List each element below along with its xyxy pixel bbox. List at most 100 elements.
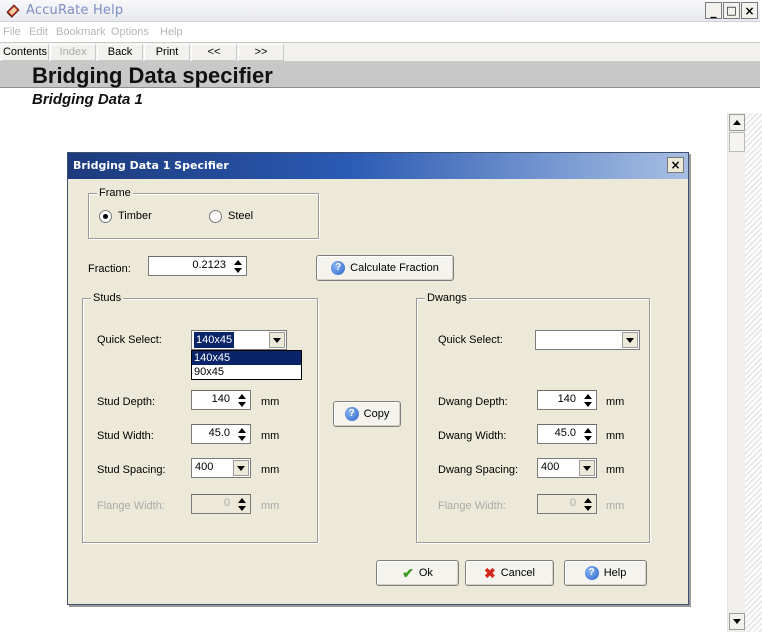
spin-up-icon	[235, 496, 249, 504]
stud-flange-input: 0	[191, 494, 251, 514]
stud-spacing-label: Stud Spacing:	[97, 464, 166, 476]
dialog-title-bar: Bridging Data 1 Specifier ×	[68, 153, 688, 179]
calculate-fraction-button[interactable]: ? Calculate Fraction	[316, 255, 454, 281]
frame-group-label: Frame	[97, 187, 133, 199]
stud-depth-spinner[interactable]	[235, 392, 249, 408]
spin-up-icon[interactable]	[581, 392, 595, 400]
spin-down-icon	[581, 504, 595, 512]
index-button: Index	[50, 44, 96, 61]
spin-down-icon[interactable]	[581, 434, 595, 442]
dwang-width-input[interactable]: 45.0	[537, 424, 597, 444]
page-header: Bridging Data specifier	[0, 62, 760, 88]
cancel-button[interactable]: ✖ Cancel	[465, 560, 554, 586]
steel-radio[interactable]	[209, 210, 222, 223]
dropdown-arrow-icon[interactable]	[269, 332, 285, 348]
help-icon: ?	[344, 407, 359, 421]
list-item[interactable]: 90x45	[192, 365, 301, 379]
dwang-width-unit: mm	[606, 430, 625, 442]
fraction-label: Fraction:	[88, 263, 131, 275]
dwang-flange-input: 0	[537, 494, 597, 514]
dwang-flange-label: Flange Width:	[438, 500, 506, 512]
copy-button[interactable]: ? Copy	[333, 401, 401, 427]
page-subtitle: Bridging Data 1	[32, 91, 143, 108]
app-title: AccuRate Help	[26, 3, 124, 18]
dwang-flange-unit: mm	[606, 500, 625, 512]
maximize-button[interactable]: □	[723, 2, 740, 19]
dropdown-arrow-icon[interactable]	[233, 460, 249, 476]
spin-down-icon[interactable]	[581, 400, 595, 408]
help-icon: ?	[331, 261, 346, 275]
steel-label: Steel	[228, 210, 254, 222]
page-title: Bridging Data specifier	[32, 63, 273, 88]
contents-button[interactable]: Contents	[1, 44, 49, 61]
scroll-thumb[interactable]	[729, 132, 745, 152]
spin-up-icon	[581, 496, 595, 504]
stud-depth-input[interactable]: 140	[191, 390, 251, 410]
stud-flange-label: Flange Width:	[97, 500, 165, 512]
spin-down-icon[interactable]	[231, 266, 245, 274]
frame-group: Frame Timber Steel	[88, 187, 319, 239]
dwang-quick-select[interactable]	[535, 330, 640, 350]
stud-flange-unit: mm	[261, 500, 280, 512]
spin-up-icon[interactable]	[581, 426, 595, 434]
fraction-input[interactable]: 0.2123	[148, 256, 247, 276]
dwang-depth-spinner[interactable]	[581, 392, 595, 408]
dialog-title: Bridging Data 1 Specifier	[73, 159, 229, 172]
dwang-spacing-unit: mm	[606, 464, 625, 476]
dwangs-group-label: Dwangs	[425, 292, 469, 304]
checkmark-icon: ✔	[402, 564, 414, 581]
spin-down-icon[interactable]	[235, 400, 249, 408]
dropdown-arrow-icon[interactable]	[622, 332, 638, 348]
stud-depth-unit: mm	[261, 396, 280, 408]
menu-help[interactable]: Help	[160, 26, 183, 38]
dwang-depth-label: Dwang Depth:	[438, 396, 508, 408]
bridging-data-dialog: Bridging Data 1 Specifier × Frame Timber…	[67, 152, 689, 605]
stud-width-spinner[interactable]	[235, 426, 249, 442]
dwang-spacing-select[interactable]: 400	[537, 458, 597, 478]
spin-up-icon[interactable]	[231, 258, 245, 266]
dwang-depth-unit: mm	[606, 396, 625, 408]
scroll-down-arrow-icon[interactable]	[729, 613, 745, 630]
dropdown-arrow-icon[interactable]	[579, 460, 595, 476]
dwang-width-label: Dwang Width:	[438, 430, 507, 442]
minimize-button[interactable]: _	[705, 2, 722, 19]
app-title-bar: AccuRate Help _ □ ×	[0, 0, 760, 22]
menu-bookmark[interactable]: Bookmark	[56, 26, 106, 38]
back-button[interactable]: Back	[97, 44, 143, 61]
dwangs-group: Dwangs Quick Select: Dwang Depth: 140 mm…	[416, 292, 650, 543]
spin-up-icon[interactable]	[235, 392, 249, 400]
help-button[interactable]: ? Help	[564, 560, 647, 586]
dwang-width-spinner[interactable]	[581, 426, 595, 442]
close-button[interactable]: ×	[741, 2, 758, 19]
print-button[interactable]: Print	[144, 44, 190, 61]
spin-down-icon	[235, 504, 249, 512]
dwang-depth-input[interactable]: 140	[537, 390, 597, 410]
book-logo-icon	[6, 4, 20, 18]
stud-quick-select[interactable]: 140x45	[191, 330, 287, 350]
spin-up-icon[interactable]	[235, 426, 249, 434]
scroll-up-arrow-icon[interactable]	[729, 114, 745, 131]
menu-file[interactable]: File	[3, 26, 21, 38]
list-item[interactable]: 140x45	[192, 351, 301, 365]
menu-bar: File Edit Bookmark Options Help	[0, 22, 760, 42]
vertical-scrollbar[interactable]	[727, 113, 745, 632]
next-topic-button[interactable]: >>	[238, 44, 284, 61]
fraction-spinner[interactable]	[231, 258, 245, 274]
studs-group: Studs Quick Select: 140x45 Stud Depth: 1…	[82, 292, 318, 543]
menu-options[interactable]: Options	[111, 26, 149, 38]
stud-quick-select-label: Quick Select:	[97, 334, 162, 346]
stud-quick-select-list[interactable]: 140x45 90x45	[191, 350, 302, 380]
cross-icon: ✖	[484, 564, 496, 581]
stud-spacing-select[interactable]: 400	[191, 458, 251, 478]
menu-edit[interactable]: Edit	[29, 26, 48, 38]
dialog-close-button[interactable]: ×	[667, 157, 684, 173]
ok-button[interactable]: ✔ Ok	[376, 560, 459, 586]
timber-radio[interactable]	[99, 210, 112, 223]
window-edge	[745, 113, 762, 632]
stud-width-input[interactable]: 45.0	[191, 424, 251, 444]
stud-width-label: Stud Width:	[97, 430, 154, 442]
previous-topic-button[interactable]: <<	[191, 44, 237, 61]
spin-down-icon[interactable]	[235, 434, 249, 442]
dwang-flange-spinner	[581, 496, 595, 512]
stud-spacing-unit: mm	[261, 464, 280, 476]
